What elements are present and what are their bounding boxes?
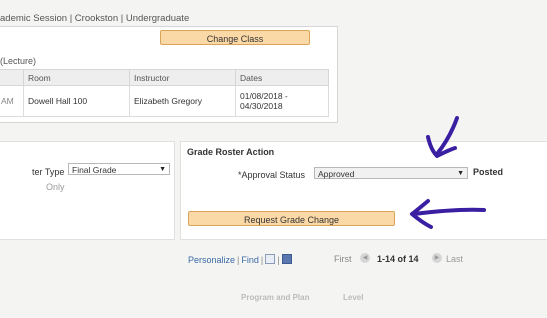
first-link[interactable]: First: [334, 254, 352, 264]
program-plan-header: Program and Plan: [241, 293, 310, 302]
lecture-label: (Lecture): [0, 56, 37, 66]
download-icon[interactable]: [281, 254, 292, 264]
previous-arrow-icon[interactable]: ◀: [360, 253, 370, 263]
table-header-dates: Dates: [235, 69, 329, 86]
view-all-icon[interactable]: [265, 254, 276, 264]
approval-status-select[interactable]: Approved ▼: [314, 167, 468, 179]
dropdown-arrow-icon: ▼: [457, 170, 464, 177]
posted-status: Posted: [473, 167, 504, 177]
change-class-button[interactable]: Change Class: [160, 30, 310, 45]
dates-start: 01/08/2018 -: [240, 91, 288, 101]
level-header: Level: [343, 293, 364, 302]
table-header-room: Room: [23, 69, 130, 86]
roster-type-panel: [0, 141, 175, 240]
table-header-time: [0, 69, 24, 86]
table-cell-instructor: Elizabeth Gregory: [129, 85, 236, 117]
table-row: AM Dowell Hall 100 Elizabeth Gregory 01/…: [0, 85, 329, 117]
request-grade-change-button[interactable]: Request Grade Change: [188, 211, 395, 226]
class-schedule-table: Room Instructor Dates AM Dowell Hall 100…: [0, 69, 329, 117]
approval-status-value: Approved: [318, 169, 355, 179]
find-link[interactable]: Find: [241, 255, 259, 265]
personalize-link[interactable]: Personalize: [188, 255, 235, 265]
row-count: 1-14 of 14: [377, 254, 419, 264]
table-cell-room: Dowell Hall 100: [23, 85, 130, 117]
last-link[interactable]: Last: [446, 254, 463, 264]
table-header-instructor: Instructor: [129, 69, 236, 86]
grid-toolbar: Personalize | Find | |: [188, 254, 292, 265]
roster-type-select[interactable]: Final Grade ▼: [68, 163, 170, 175]
dates-end: 04/30/2018: [240, 101, 283, 111]
session-breadcrumb: ademic Session | Crookston | Undergradua…: [0, 13, 190, 24]
grade-roster-action-title: Grade Roster Action: [187, 147, 275, 157]
table-cell-time: AM: [0, 85, 24, 117]
approval-status-label: *Approval Status: [238, 170, 306, 180]
table-header-row: Room Instructor Dates: [0, 69, 329, 86]
roster-type-value: Final Grade: [72, 165, 117, 175]
next-arrow-icon[interactable]: ▶: [432, 253, 442, 263]
table-cell-dates: 01/08/2018 - 04/30/2018: [235, 85, 329, 117]
only-label: Only: [46, 182, 65, 192]
dropdown-arrow-icon: ▼: [159, 166, 166, 173]
roster-type-label: ter Type: [32, 167, 65, 177]
